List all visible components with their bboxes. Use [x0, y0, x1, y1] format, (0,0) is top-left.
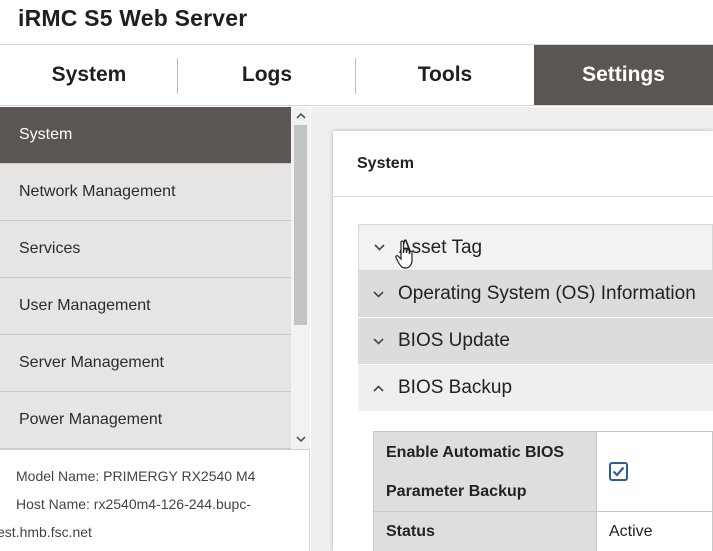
- hand-cursor-icon: [395, 240, 413, 269]
- sidebar-item-system[interactable]: System: [0, 107, 291, 164]
- tab-settings[interactable]: Settings: [534, 45, 713, 105]
- status-label: Status: [373, 511, 597, 551]
- tab-settings-label: Settings: [582, 63, 665, 86]
- bios-backup-table: Enable Automatic BIOS Parameter Backup S…: [373, 431, 713, 551]
- table-row: Status Active: [373, 511, 713, 551]
- status-value: Active: [596, 511, 713, 551]
- host-name: Host Name: rx2540m4-126-244.bupc-: [16, 496, 252, 512]
- table-row: Enable Automatic BIOS Parameter Backup: [373, 431, 713, 512]
- accordion-label: Operating System (OS) Information: [398, 283, 696, 304]
- sidebar-item-network-management[interactable]: Network Management: [0, 164, 291, 221]
- sidebar-item-services[interactable]: Services: [0, 221, 291, 278]
- accordion-label: BIOS Update: [398, 330, 510, 351]
- chevron-down-icon: [358, 337, 398, 345]
- model-name: Model Name: PRIMERGY RX2540 M4: [16, 468, 256, 484]
- tab-system[interactable]: System: [0, 45, 178, 105]
- tab-system-label: System: [51, 63, 127, 86]
- enable-backup-checkbox[interactable]: [609, 461, 628, 481]
- tab-logs-label: Logs: [241, 63, 293, 86]
- accordion-os-information[interactable]: Operating System (OS) Information: [358, 271, 713, 318]
- chevron-down-icon: [359, 244, 399, 251]
- model-info: Model Name: PRIMERGY RX2540 M4 Host Name…: [0, 449, 310, 546]
- enable-backup-label-line2: Parameter Backup: [386, 482, 527, 500]
- accordion-label: BIOS Backup: [398, 377, 513, 398]
- chevron-down-icon[interactable]: [291, 431, 310, 447]
- chevron-up-icon: [358, 384, 398, 392]
- enable-backup-label: Enable Automatic BIOS Parameter Backup: [373, 431, 597, 512]
- app-title: iRMC S5 Web Server: [18, 5, 248, 31]
- host-name-continued: est.hmb.fsc.net: [0, 524, 92, 540]
- enable-backup-label-line1: Enable Automatic BIOS: [386, 443, 565, 461]
- tab-tools-label: Tools: [417, 63, 473, 86]
- chevron-up-icon[interactable]: [291, 107, 310, 123]
- sidebar-item-server-management[interactable]: Server Management: [0, 335, 291, 392]
- sidebar-item-power-management[interactable]: Power Management: [0, 392, 291, 449]
- sidebar: System Network Management Services User …: [0, 107, 310, 551]
- accordion-bios-update[interactable]: BIOS Update: [358, 318, 713, 365]
- scrollbar-thumb[interactable]: [294, 125, 307, 325]
- top-navigation: System Logs Tools Settings: [0, 44, 713, 106]
- checkmark-icon: [612, 466, 625, 477]
- accordion-bios-backup[interactable]: BIOS Backup: [358, 365, 713, 412]
- tab-logs[interactable]: Logs: [178, 45, 356, 105]
- sidebar-menu: System Network Management Services User …: [0, 107, 291, 449]
- enable-backup-value: [596, 431, 713, 512]
- tab-tools[interactable]: Tools: [356, 45, 534, 105]
- panel-body: Asset Tag Operating System (OS) Informat…: [333, 131, 713, 551]
- chevron-down-icon: [358, 290, 398, 298]
- sidebar-item-user-management[interactable]: User Management: [0, 278, 291, 335]
- sidebar-scrollbar[interactable]: [291, 107, 310, 449]
